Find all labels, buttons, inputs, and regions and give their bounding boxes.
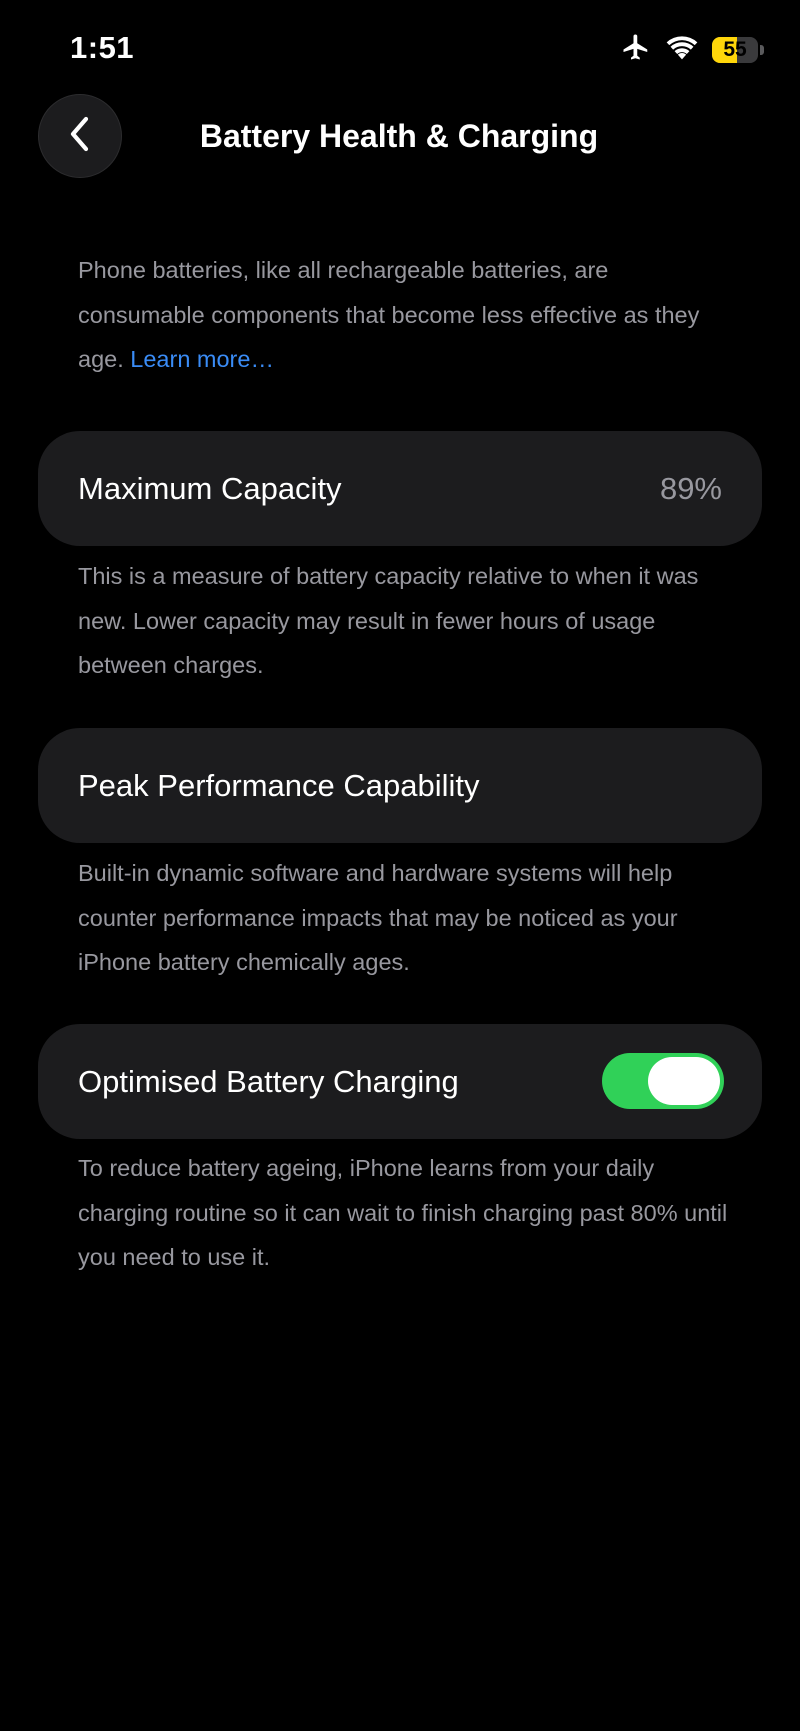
peak-performance-row[interactable]: Peak Performance Capability	[38, 728, 762, 843]
battery-level: 55	[723, 37, 747, 61]
battery-icon: 55	[712, 36, 764, 63]
battery-indicator: 55	[712, 36, 758, 63]
learn-more-link[interactable]: Learn more…	[130, 346, 274, 372]
battery-cap	[760, 44, 764, 55]
maximum-capacity-value: 89%	[659, 470, 722, 506]
optimised-charging-row: Optimised Battery Charging	[38, 1024, 762, 1139]
maximum-capacity-footer: This is a measure of battery capacity re…	[78, 563, 699, 678]
status-time: 1:51	[70, 30, 135, 65]
wifi-icon	[666, 34, 698, 65]
optimised-charging-toggle[interactable]	[602, 1053, 724, 1109]
peak-performance-label: Peak Performance Capability	[78, 767, 480, 803]
intro-text: Phone batteries, like all rechargeable b…	[78, 248, 738, 382]
optimised-charging-label: Optimised Battery Charging	[78, 1063, 459, 1099]
optimised-charging-footer: To reduce battery ageing, iPhone learns …	[78, 1155, 728, 1270]
peak-performance-footer: Built-in dynamic software and hardware s…	[78, 860, 678, 975]
airplane-icon	[620, 32, 652, 67]
toggle-knob	[648, 1057, 720, 1105]
page-title: Battery Health & Charging	[199, 118, 599, 154]
status-bar: 1:51 55	[0, 0, 800, 100]
maximum-capacity-row[interactable]: Maximum Capacity 89%	[38, 431, 762, 546]
maximum-capacity-label: Maximum Capacity	[78, 470, 342, 506]
status-icons: 55	[620, 32, 764, 67]
